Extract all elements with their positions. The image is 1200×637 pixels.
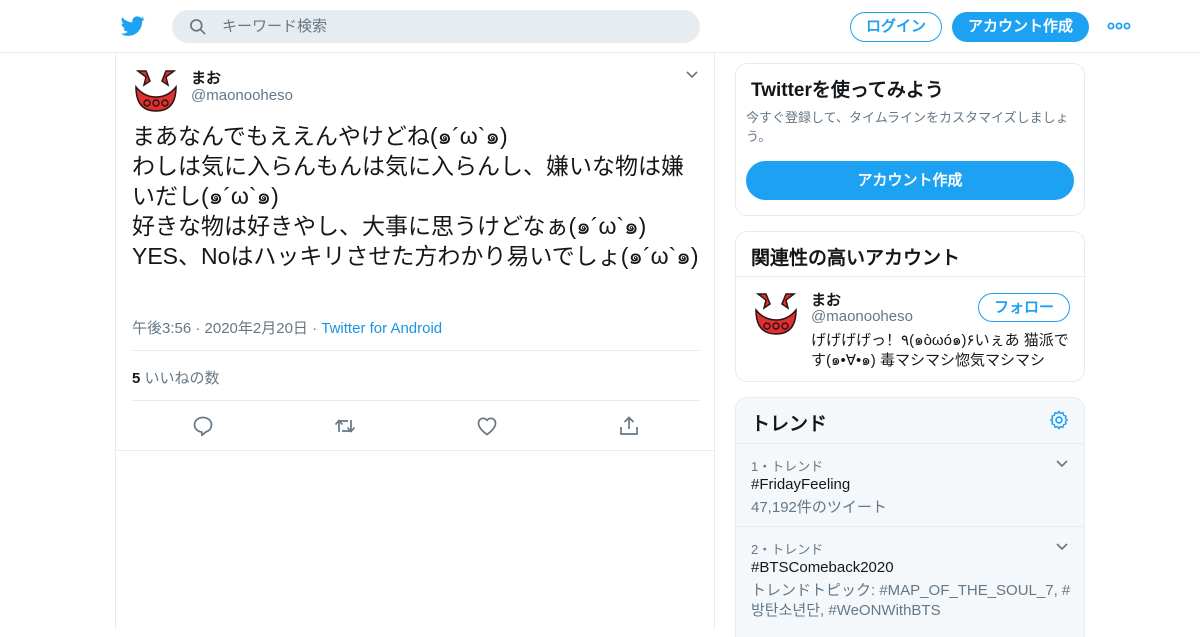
signup-button[interactable]: アカウント作成 bbox=[952, 12, 1089, 42]
related-account-bio: げげげげっ！٩(๑òωó๑)۶いぇあ 猫派です(๑•∀•๑) 毒マシマシ惚気マシ… bbox=[811, 332, 1069, 369]
login-button[interactable]: ログイン bbox=[850, 12, 942, 42]
likes-stat[interactable]: 5 いいねの数 bbox=[132, 367, 220, 388]
avatar[interactable] bbox=[132, 67, 180, 115]
tweet-source-link[interactable]: Twitter for Android bbox=[321, 320, 442, 337]
follow-button[interactable]: フォロー bbox=[978, 293, 1070, 322]
related-accounts-card: 関連性の高いアカウント まお @maonooheso フォロー げげげげっ！٩(… bbox=[735, 231, 1085, 382]
chevron-down-icon[interactable] bbox=[684, 67, 700, 83]
divider bbox=[132, 350, 700, 351]
share-icon[interactable] bbox=[617, 414, 641, 438]
tweet-timestamp[interactable]: 午後3:56 · 2020年2月20日 · bbox=[132, 320, 321, 337]
signup-card: Twitterを使ってみよう 今すぐ登録して、タイムラインをカスタマイズしましょ… bbox=[735, 63, 1085, 216]
chevron-down-icon[interactable] bbox=[1054, 539, 1070, 555]
search-input[interactable] bbox=[222, 10, 682, 43]
divider bbox=[736, 276, 1084, 277]
trend-item[interactable]: 1・トレンド #FridayFeeling 47,192件のツイート bbox=[736, 443, 1084, 526]
signup-card-description: 今すぐ登録して、タイムラインをカスタマイズしましょう。 bbox=[746, 110, 1069, 144]
twitter-bird-icon[interactable] bbox=[120, 14, 146, 38]
tweet-author-handle[interactable]: @maonooheso bbox=[191, 87, 293, 104]
tweet-author-name[interactable]: まお bbox=[191, 67, 221, 88]
related-account-handle[interactable]: @maonooheso bbox=[811, 308, 913, 325]
likes-label: いいねの数 bbox=[140, 370, 220, 387]
reply-icon[interactable] bbox=[191, 414, 215, 438]
trend-rank: 1・トレンド bbox=[751, 459, 824, 474]
more-icon[interactable] bbox=[1106, 16, 1132, 36]
retweet-icon[interactable] bbox=[333, 414, 357, 438]
top-bar: ログイン アカウント作成 bbox=[0, 0, 1200, 53]
trend-subtitle: 47,192件のツイート bbox=[751, 499, 887, 516]
trend-subtitle: トレンドトピック: #MAP_OF_THE_SOUL_7, #방탄소년단, #W… bbox=[751, 582, 1071, 619]
trend-item[interactable]: 2・トレンド #BTSComeback2020 トレンドトピック: #MAP_O… bbox=[736, 526, 1084, 637]
trend-name: #BTSComeback2020 bbox=[751, 559, 894, 576]
trends-card: トレンド 1・トレンド #FridayFeeling 47,192件のツイート … bbox=[735, 397, 1085, 637]
trends-title: トレンド bbox=[751, 414, 828, 435]
related-account-name[interactable]: まお bbox=[811, 289, 841, 310]
search-box[interactable] bbox=[172, 10, 700, 43]
trend-rank: 2・トレンド bbox=[751, 542, 824, 557]
divider bbox=[116, 450, 714, 451]
gear-icon[interactable] bbox=[1048, 409, 1070, 431]
search-icon bbox=[190, 19, 206, 35]
signup-card-title: Twitterを使ってみよう bbox=[751, 80, 944, 101]
signup-card-button[interactable]: アカウント作成 bbox=[746, 161, 1074, 200]
chevron-down-icon[interactable] bbox=[1054, 456, 1070, 472]
avatar[interactable] bbox=[752, 290, 800, 338]
tweet-metadata: 午後3:56 · 2020年2月20日 · Twitter for Androi… bbox=[132, 317, 442, 338]
like-heart-icon[interactable] bbox=[475, 414, 499, 438]
trend-name: #FridayFeeling bbox=[751, 476, 851, 493]
tweet-text: まあなんでもええんやけどね(๑´ω`๑) わしは気に入らんもんは気に入らんし、嫌… bbox=[132, 123, 699, 269]
divider bbox=[132, 400, 700, 401]
tweet-column: まお @maonooheso まあなんでもええんやけどね(๑´ω`๑) わしは気… bbox=[115, 53, 715, 630]
related-accounts-title: 関連性の高いアカウント bbox=[751, 248, 961, 269]
